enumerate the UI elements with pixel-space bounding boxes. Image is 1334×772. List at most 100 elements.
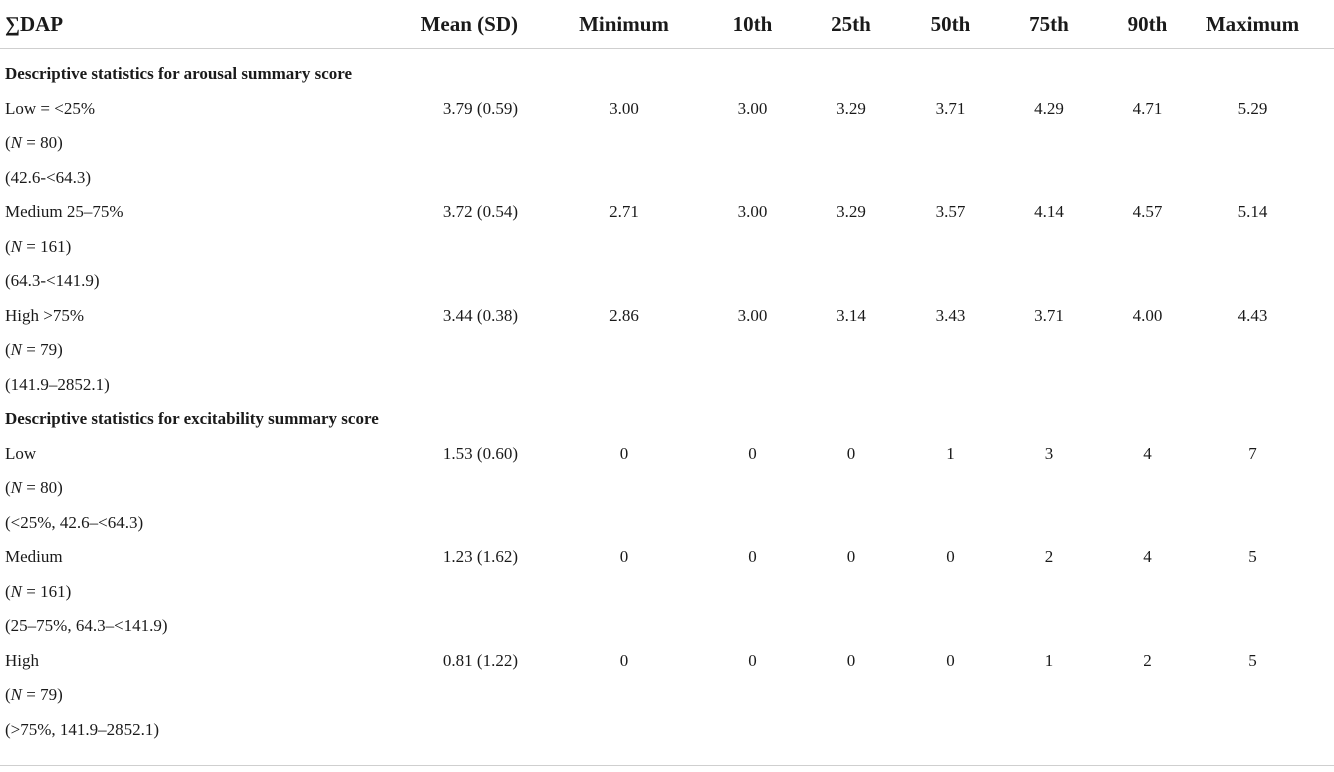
- table-row: (<25%, 42.6–<64.3): [0, 506, 1334, 541]
- group-label: Medium 25–75%: [5, 202, 124, 222]
- cell-minimum: 2.86: [609, 305, 639, 325]
- group-range: (64.3-<141.9): [5, 271, 100, 291]
- descriptive-statistics-table: ∑DAP Mean (SD) Minimum 10th 25th 50th 75…: [0, 0, 1334, 747]
- group-n: (N = 80): [5, 478, 63, 498]
- cell-maximum: 7: [1248, 443, 1257, 463]
- cell-50th: 0: [946, 650, 955, 670]
- cell-maximum: 5: [1248, 650, 1257, 670]
- table-row: Medium 1.23 (1.62) 0 0 0 0 2 4 5: [0, 540, 1334, 575]
- cell-75th: 4.29: [1034, 98, 1064, 118]
- cell-minimum: 0: [619, 650, 629, 670]
- group-label: Medium: [5, 547, 63, 567]
- header-maximum: Maximum: [1171, 0, 1334, 49]
- cell-maximum: 5.14: [1237, 202, 1268, 222]
- header-mean-sd: Mean (SD): [402, 0, 518, 49]
- cell-50th: 3.71: [935, 98, 966, 118]
- group-n: (N = 79): [5, 685, 63, 705]
- header-90th: 90th: [1124, 0, 1171, 49]
- section-title: Descriptive statistics for excitability …: [5, 409, 379, 429]
- group-range: (<25%, 42.6–<64.3): [5, 512, 144, 532]
- cell-mean-sd: 1.23 (1.62): [442, 547, 518, 567]
- cell-90th: 4.71: [1132, 98, 1163, 118]
- table-bottom-rule: [0, 765, 1334, 766]
- cell-mean-sd: 3.79 (0.59): [442, 98, 518, 118]
- table-row: Medium 25–75% 3.72 (0.54) 2.71 3.00 3.29…: [0, 195, 1334, 230]
- header-minimum: Minimum: [518, 0, 730, 49]
- cell-75th: 4.14: [1034, 202, 1064, 222]
- table-row: (141.9–2852.1): [0, 368, 1334, 403]
- table-row: Low = <25% 3.79 (0.59) 3.00 3.00 3.29 3.…: [0, 92, 1334, 127]
- cell-minimum: 0: [619, 547, 629, 567]
- group-label: Low = <25%: [5, 98, 95, 118]
- table-row: (N = 80): [0, 126, 1334, 161]
- group-label: High: [5, 650, 39, 670]
- header-50th: 50th: [927, 0, 974, 49]
- header-10th: 10th: [730, 0, 775, 49]
- group-label: High >75%: [5, 305, 84, 325]
- table-row: (25–75%, 64.3–<141.9): [0, 609, 1334, 644]
- cell-75th: 1: [1044, 650, 1054, 670]
- group-n: (N = 80): [5, 133, 63, 153]
- section-row: Descriptive statistics for excitability …: [0, 402, 1334, 437]
- cell-mean-sd: 3.44 (0.38): [442, 305, 518, 325]
- header-row: ∑DAP Mean (SD) Minimum 10th 25th 50th 75…: [0, 0, 1334, 49]
- header-25th: 25th: [775, 0, 927, 49]
- cell-10th: 0: [748, 650, 757, 670]
- cell-50th: 1: [946, 443, 955, 463]
- cell-50th: 3.57: [935, 202, 966, 222]
- cell-mean-sd: 3.72 (0.54): [442, 202, 518, 222]
- cell-25th: 3.29: [836, 202, 866, 222]
- group-n: (N = 161): [5, 236, 72, 256]
- section-row: Descriptive statistics for arousal summa…: [0, 49, 1334, 92]
- group-label: Low: [5, 443, 37, 463]
- group-range: (25–75%, 64.3–<141.9): [5, 616, 168, 636]
- table-row: (>75%, 141.9–2852.1): [0, 713, 1334, 748]
- table-row: (42.6-<64.3): [0, 161, 1334, 196]
- cell-25th: 3.29: [836, 98, 866, 118]
- cell-10th: 0: [748, 443, 757, 463]
- header-dap: ∑DAP: [0, 0, 402, 49]
- cell-50th: 0: [946, 547, 955, 567]
- group-range: (42.6-<64.3): [5, 167, 92, 187]
- cell-maximum: 5: [1248, 547, 1257, 567]
- table-row: (N = 161): [0, 575, 1334, 610]
- table-row: (N = 80): [0, 471, 1334, 506]
- cell-75th: 2: [1044, 547, 1054, 567]
- table-row: High 0.81 (1.22) 0 0 0 0 1 2 5: [0, 644, 1334, 679]
- group-range: (141.9–2852.1): [5, 374, 110, 394]
- cell-10th: 3.00: [737, 305, 768, 325]
- cell-25th: 0: [846, 650, 856, 670]
- cell-mean-sd: 1.53 (0.60): [442, 443, 518, 463]
- cell-90th: 4: [1143, 443, 1152, 463]
- table-row: (N = 161): [0, 230, 1334, 265]
- cell-90th: 4: [1143, 547, 1152, 567]
- group-range: (>75%, 141.9–2852.1): [5, 719, 160, 739]
- cell-minimum: 2.71: [609, 202, 639, 222]
- table-row: (N = 79): [0, 678, 1334, 713]
- cell-25th: 0: [846, 547, 856, 567]
- cell-maximum: 4.43: [1237, 305, 1268, 325]
- section-title: Descriptive statistics for arousal summa…: [5, 64, 353, 84]
- group-n: (N = 161): [5, 581, 72, 601]
- cell-minimum: 3.00: [609, 98, 639, 118]
- cell-25th: 3.14: [836, 305, 866, 325]
- cell-10th: 3.00: [737, 202, 768, 222]
- cell-90th: 4.57: [1132, 202, 1163, 222]
- group-n: (N = 79): [5, 340, 63, 360]
- table-row: Low 1.53 (0.60) 0 0 0 1 3 4 7: [0, 437, 1334, 472]
- cell-maximum: 5.29: [1237, 98, 1268, 118]
- cell-10th: 0: [748, 547, 757, 567]
- table-row: (N = 79): [0, 333, 1334, 368]
- table-row: (64.3-<141.9): [0, 264, 1334, 299]
- header-75th: 75th: [974, 0, 1124, 49]
- cell-90th: 2: [1143, 650, 1152, 670]
- cell-minimum: 0: [619, 443, 629, 463]
- cell-50th: 3.43: [935, 305, 966, 325]
- cell-mean-sd: 0.81 (1.22): [442, 650, 518, 670]
- cell-75th: 3.71: [1034, 305, 1064, 325]
- cell-10th: 3.00: [737, 98, 768, 118]
- cell-90th: 4.00: [1132, 305, 1163, 325]
- cell-75th: 3: [1044, 443, 1054, 463]
- table-row: High >75% 3.44 (0.38) 2.86 3.00 3.14 3.4…: [0, 299, 1334, 334]
- cell-25th: 0: [846, 443, 856, 463]
